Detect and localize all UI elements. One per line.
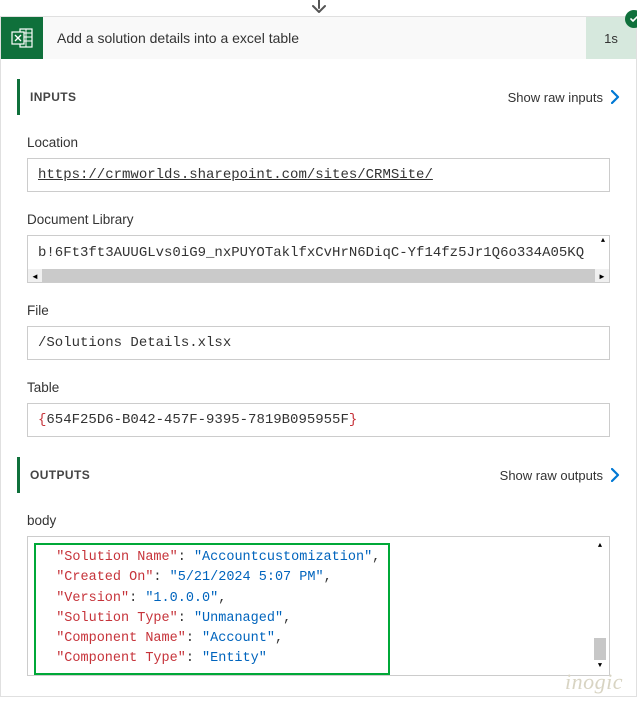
show-raw-outputs-link[interactable]: Show raw outputs bbox=[500, 468, 620, 483]
body-output[interactable]: "Solution Name": "Accountcustomization",… bbox=[27, 536, 610, 676]
document-library-field: Document Library b!6Ft3ft3AUUGLvs0iG9_nx… bbox=[17, 212, 620, 283]
table-field: Table {654F25D6-B042-457F-9395-7819B0959… bbox=[17, 380, 620, 437]
scroll-left-icon[interactable]: ◄ bbox=[28, 270, 42, 282]
show-raw-inputs-link[interactable]: Show raw inputs bbox=[508, 90, 620, 105]
action-header[interactable]: Add a solution details into a excel tabl… bbox=[1, 17, 636, 59]
chevron-right-icon bbox=[611, 468, 620, 482]
inputs-section-header: INPUTS Show raw inputs bbox=[17, 79, 620, 115]
flow-arrow-down-icon bbox=[309, 0, 329, 14]
inputs-title: INPUTS bbox=[30, 90, 508, 104]
file-value[interactable]: /Solutions Details.xlsx bbox=[27, 326, 610, 360]
scroll-up-icon[interactable]: ▲ bbox=[592, 538, 608, 554]
scroll-right-icon[interactable]: ► bbox=[595, 270, 609, 282]
show-raw-outputs-label: Show raw outputs bbox=[500, 468, 603, 483]
document-library-value[interactable]: b!6Ft3ft3AUUGLvs0iG9_nxPUYOTaklfxCvHrN6D… bbox=[27, 235, 610, 269]
file-field: File /Solutions Details.xlsx bbox=[17, 303, 620, 360]
watermark: inogic bbox=[565, 669, 623, 695]
action-card: Add a solution details into a excel tabl… bbox=[0, 16, 637, 697]
highlighted-json: "Solution Name": "Accountcustomization",… bbox=[34, 543, 390, 675]
action-title: Add a solution details into a excel tabl… bbox=[43, 17, 586, 59]
file-label: File bbox=[27, 303, 610, 318]
body-vertical-scrollbar[interactable]: ▲ ▼ bbox=[592, 538, 608, 674]
body-label: body bbox=[27, 513, 620, 528]
outputs-section: OUTPUTS Show raw outputs body "Solution … bbox=[17, 457, 620, 676]
location-label: Location bbox=[27, 135, 610, 150]
table-label: Table bbox=[27, 380, 610, 395]
scrollbar-track[interactable] bbox=[42, 269, 595, 282]
location-value[interactable]: https://crmworlds.sharepoint.com/sites/C… bbox=[27, 158, 610, 192]
location-url: https://crmworlds.sharepoint.com/sites/C… bbox=[38, 167, 599, 183]
inputs-section: INPUTS Show raw inputs Location https://… bbox=[17, 79, 620, 437]
outputs-section-header: OUTPUTS Show raw outputs bbox=[17, 457, 620, 493]
location-field: Location https://crmworlds.sharepoint.co… bbox=[17, 135, 620, 192]
outputs-title: OUTPUTS bbox=[30, 468, 500, 482]
horizontal-scrollbar[interactable]: ◄ ► bbox=[27, 269, 610, 283]
chevron-right-icon bbox=[611, 90, 620, 104]
excel-icon bbox=[1, 17, 43, 59]
document-library-label: Document Library bbox=[27, 212, 610, 227]
show-raw-inputs-label: Show raw inputs bbox=[508, 90, 603, 105]
table-value[interactable]: {654F25D6-B042-457F-9395-7819B095955F} bbox=[27, 403, 610, 437]
scrollbar-thumb[interactable] bbox=[594, 638, 606, 660]
success-badge-icon bbox=[625, 10, 637, 28]
